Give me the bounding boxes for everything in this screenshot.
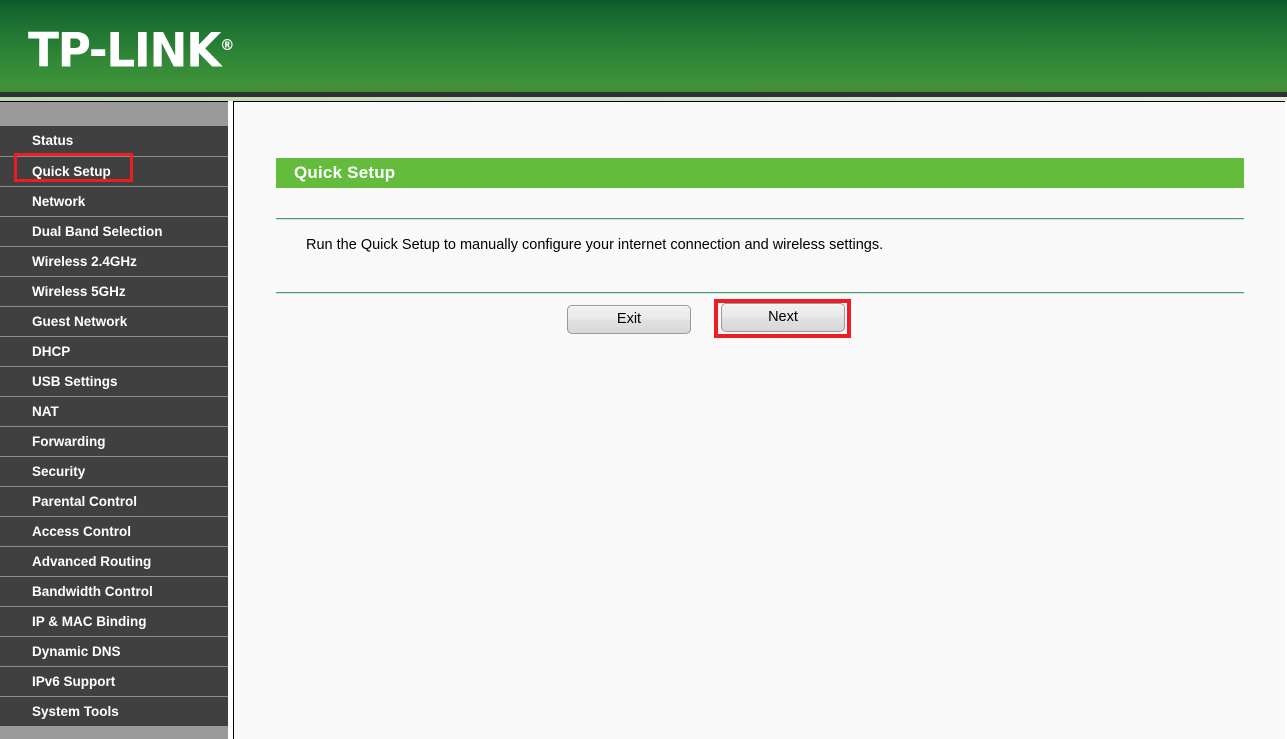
sidebar-item-label: Access Control [32,524,132,539]
divider-bottom [276,292,1244,294]
sidebar-item-label: Bandwidth Control [32,584,153,599]
sidebar-item-system-tools[interactable]: System Tools [0,696,228,726]
next-button[interactable]: Next [721,303,845,332]
sidebar-item-dhcp[interactable]: DHCP [0,336,228,366]
router-admin-page: TP-LINK® Status Quick Setup Network Dual Ba… [0,0,1287,739]
sidebar-item-label: Dual Band Selection [32,224,163,239]
sidebar-item-label: Network [32,194,86,209]
sidebar-item-dynamic-dns[interactable]: Dynamic DNS [0,636,228,666]
sidebar-item-label: Parental Control [32,494,138,509]
sidebar-item-ip-mac-binding[interactable]: IP & MAC Binding [0,606,228,636]
sidebar-item-forwarding[interactable]: Forwarding [0,426,228,456]
sidebar-item-label: Quick Setup [32,164,111,179]
sidebar-navigation: Status Quick Setup Network Dual Band Select… [0,101,228,739]
panel-title-bar: Quick Setup [276,158,1244,188]
brand-text: TP-LINK [28,23,221,79]
sidebar-item-guest-network[interactable]: Guest Network [0,306,228,336]
tp-link-logo: TP-LINK® [28,19,235,78]
sidebar-item-wireless-5ghz[interactable]: Wireless 5GHz [0,276,228,306]
sidebar-item-label: Wireless 5GHz [32,284,126,299]
page-title: Quick Setup [294,163,396,182]
sidebar-item-nat[interactable]: NAT [0,396,228,426]
exit-button[interactable]: Exit [567,305,691,334]
sidebar-item-label: Forwarding [32,434,106,449]
sidebar-item-label: IP & MAC Binding [32,614,147,629]
sidebar-item-label: Wireless 2.4GHz [32,254,137,269]
content-panel: Quick Setup Run the Quick Setup to manua… [233,101,1287,739]
sidebar-item-label: IPv6 Support [32,674,116,689]
sidebar-item-bandwidth-control[interactable]: Bandwidth Control [0,576,228,606]
sidebar-item-parental-control[interactable]: Parental Control [0,486,228,516]
sidebar-item-label: DHCP [32,344,71,359]
sidebar-item-advanced-routing[interactable]: Advanced Routing [0,546,228,576]
sidebar-item-label: NAT [32,404,59,419]
page-header: TP-LINK® [0,0,1287,92]
sidebar-item-security[interactable]: Security [0,456,228,486]
sidebar-item-ipv6-support[interactable]: IPv6 Support [0,666,228,696]
sidebar-item-dual-band-selection[interactable]: Dual Band Selection [0,216,228,246]
sidebar-item-quick-setup[interactable]: Quick Setup [0,153,228,186]
sidebar-item-label: Dynamic DNS [32,644,121,659]
sidebar-menu-list: Status Quick Setup Network Dual Band Select… [0,126,228,726]
sidebar-item-label: Guest Network [32,314,128,329]
sidebar-item-label: Advanced Routing [32,554,152,569]
sidebar-item-status[interactable]: Status [0,126,228,156]
sidebar-item-label: System Tools [32,704,119,719]
sidebar-top-cap [0,102,228,126]
sidebar-item-wireless-2-4ghz[interactable]: Wireless 2.4GHz [0,246,228,276]
registered-trademark-icon: ® [219,36,235,54]
sidebar-item-usb-settings[interactable]: USB Settings [0,366,228,396]
sidebar-item-label: Security [32,464,86,479]
divider-top [276,218,1244,220]
sidebar-item-label: USB Settings [32,374,118,389]
description-text: Run the Quick Setup to manually configur… [306,237,884,253]
sidebar-item-network[interactable]: Network [0,186,228,216]
sidebar-item-label: Status [32,133,74,148]
sidebar-item-access-control[interactable]: Access Control [0,516,228,546]
